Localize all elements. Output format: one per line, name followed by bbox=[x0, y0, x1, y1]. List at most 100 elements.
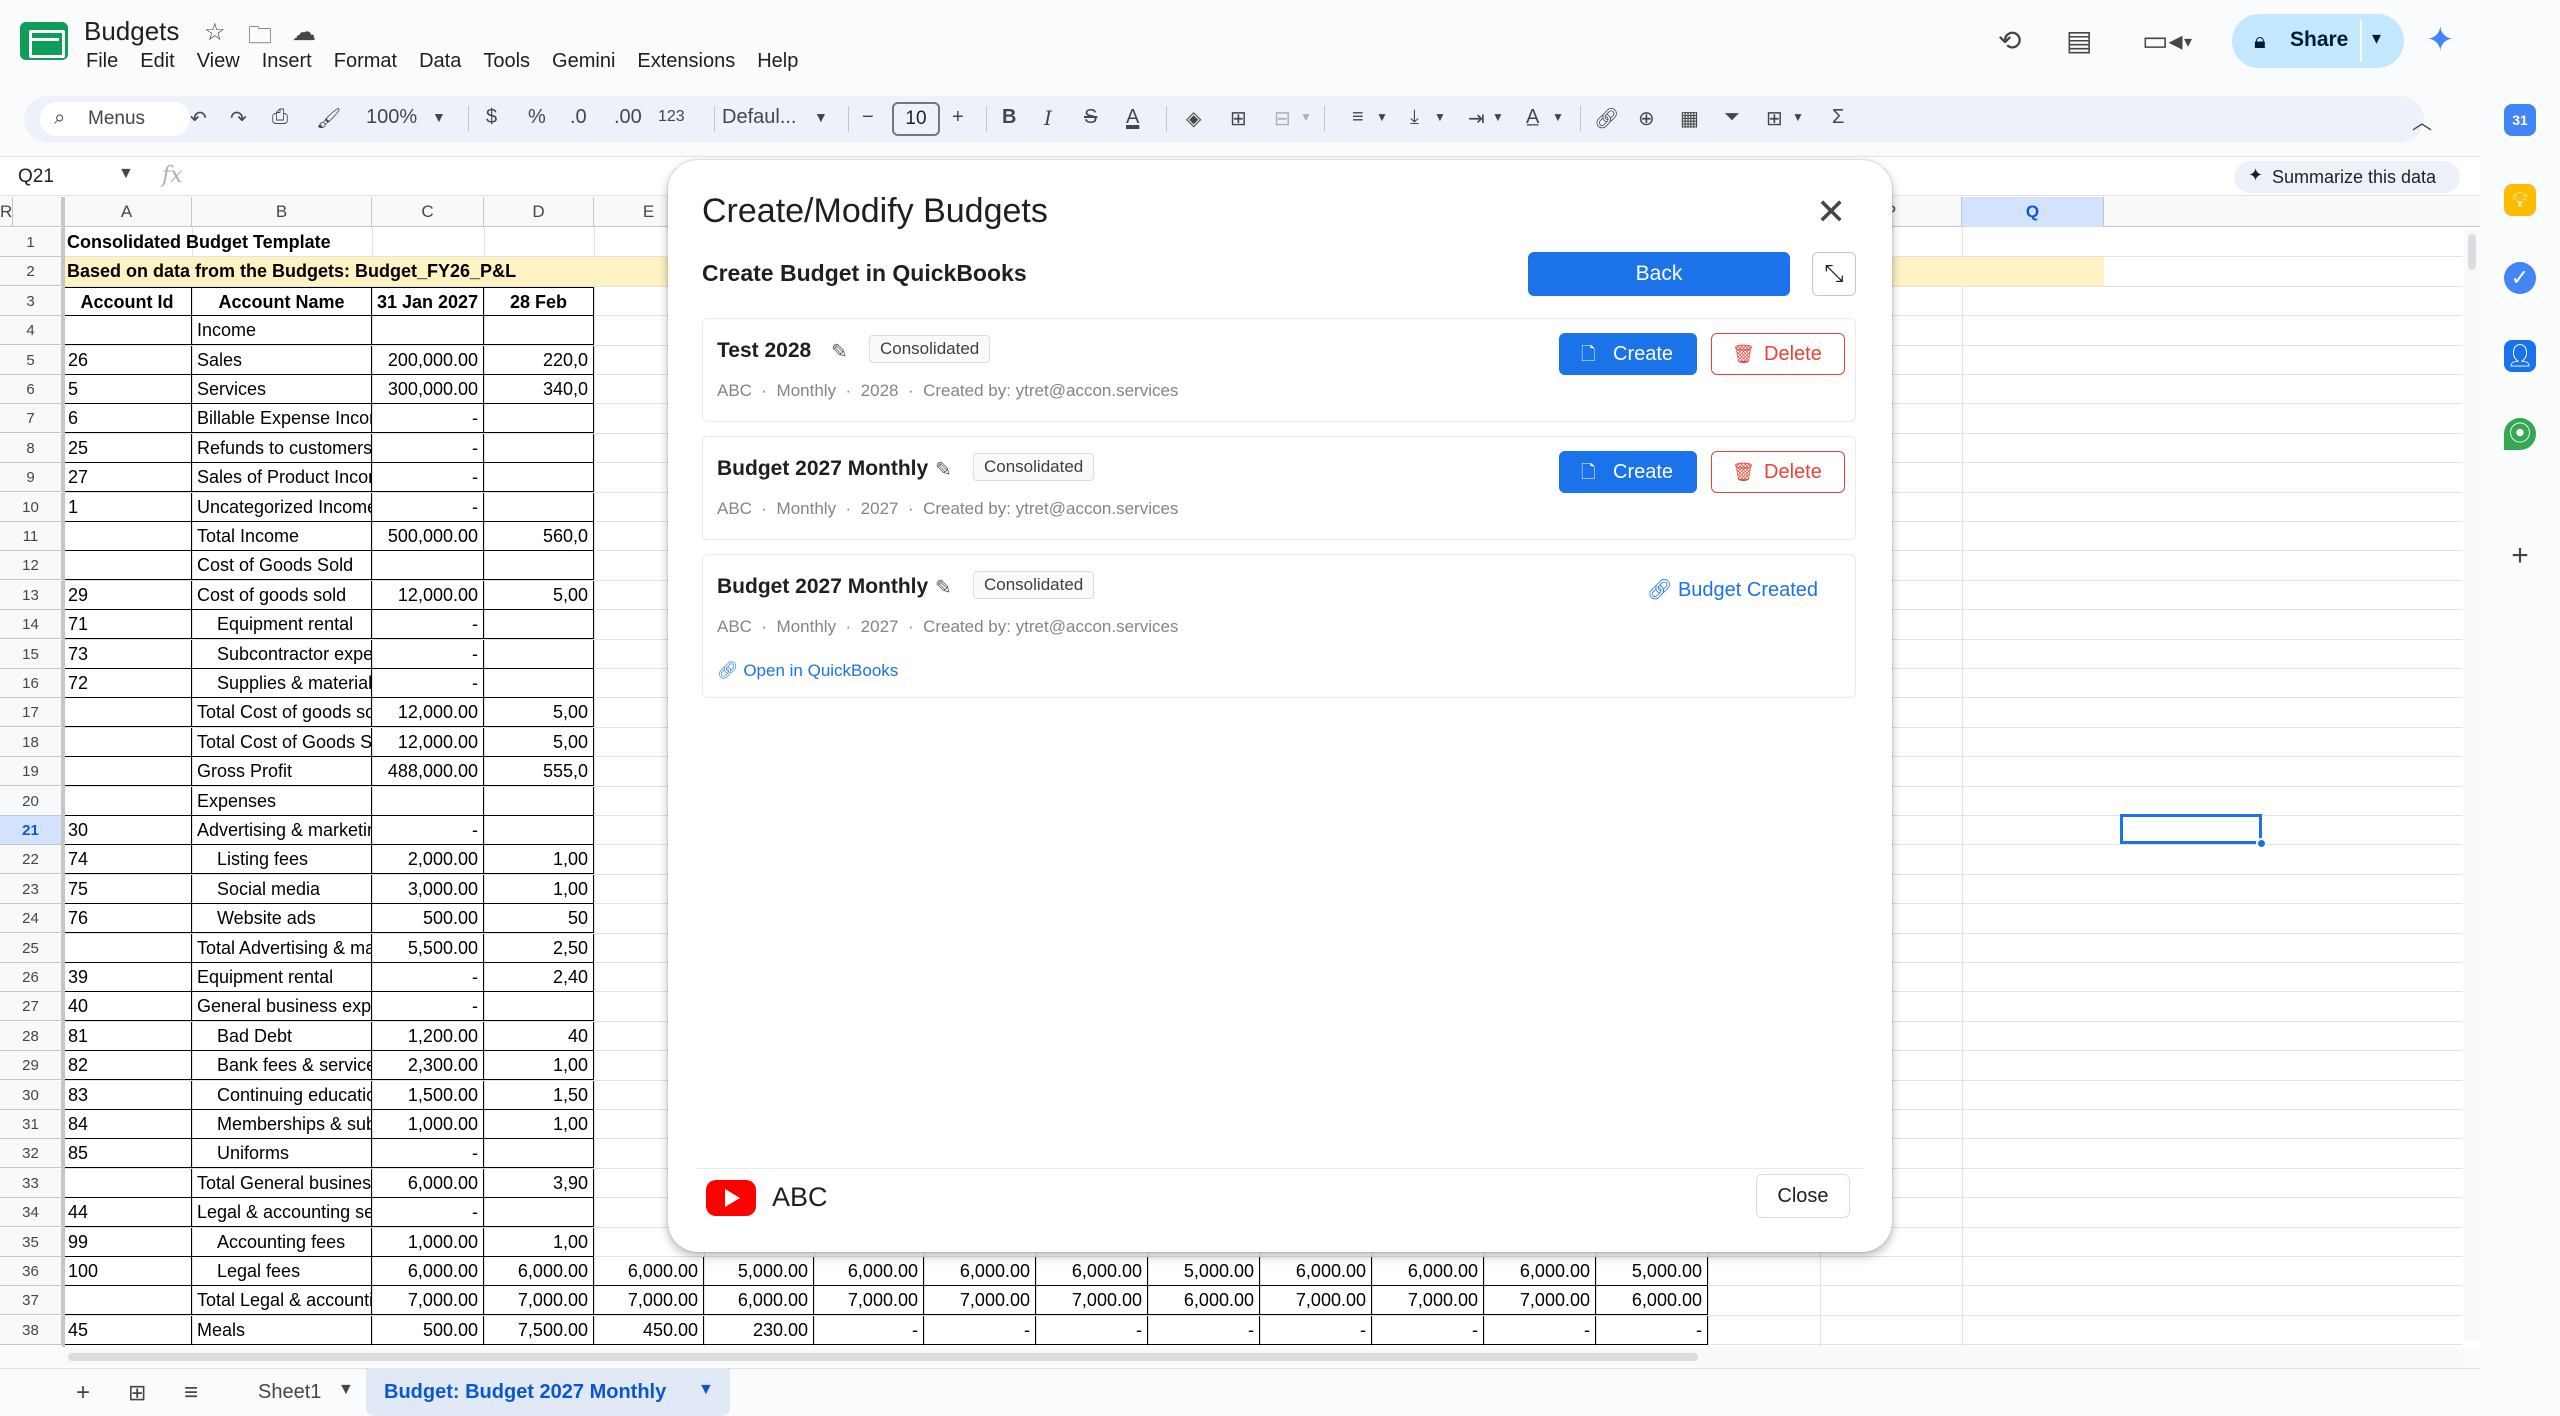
cell-d[interactable]: 50 bbox=[484, 904, 594, 934]
horizontal-align-icon[interactable]: ≡ bbox=[1352, 106, 1364, 129]
cell-c[interactable]: - bbox=[372, 433, 484, 463]
open-in-quickbooks-link[interactable]: 🔗︎ Open in QuickBooks bbox=[717, 661, 898, 681]
cell-c[interactable]: 300,000.00 bbox=[372, 375, 484, 404]
cell-a[interactable] bbox=[62, 1168, 192, 1198]
cell-b[interactable]: Billable Expense Income bbox=[192, 404, 372, 434]
cell-value[interactable]: 450.00 bbox=[594, 1315, 704, 1345]
cell-b[interactable]: Social media bbox=[192, 874, 372, 904]
contacts-icon[interactable]: 👤︎ bbox=[2504, 340, 2536, 372]
cell-b[interactable]: Website ads bbox=[192, 904, 372, 934]
font-caret-icon[interactable]: ▼ bbox=[814, 109, 828, 125]
row-header[interactable]: 4 bbox=[0, 316, 62, 346]
valign-caret-icon[interactable]: ▼ bbox=[1434, 110, 1446, 124]
cell-a[interactable]: 27 bbox=[62, 463, 192, 493]
row-header[interactable]: 13 bbox=[0, 580, 62, 610]
cell-d[interactable] bbox=[484, 610, 594, 640]
cell-a[interactable]: 76 bbox=[62, 904, 192, 934]
cell-b[interactable]: Equipment rental bbox=[192, 963, 372, 992]
cell-d[interactable] bbox=[484, 786, 594, 816]
cell-d[interactable]: 560,0 bbox=[484, 522, 594, 551]
row-header[interactable]: 12 bbox=[0, 551, 62, 581]
cell-d[interactable]: 40 bbox=[484, 1021, 594, 1051]
cell-b[interactable]: Uniforms bbox=[192, 1139, 372, 1169]
cell-d[interactable]: 2,40 bbox=[484, 963, 594, 992]
cell-b[interactable]: Meals bbox=[192, 1315, 372, 1345]
cell-c[interactable] bbox=[372, 551, 484, 581]
row-header[interactable]: 19 bbox=[0, 757, 62, 787]
row-header[interactable]: 2 bbox=[0, 257, 62, 287]
cell-d[interactable] bbox=[484, 816, 594, 845]
share-button[interactable]: 🔒︎ Share ▾ bbox=[2232, 14, 2404, 68]
cell-d[interactable]: 1,50 bbox=[484, 1080, 594, 1110]
functions-button[interactable]: Σ bbox=[1832, 106, 1844, 129]
create-button[interactable]: 🗋 Create bbox=[1559, 333, 1697, 375]
merge-cells-icon[interactable]: ⊟ bbox=[1274, 106, 1291, 131]
bold-button[interactable]: B bbox=[1002, 106, 1016, 129]
row-header[interactable]: 7 bbox=[0, 404, 62, 434]
cell-c[interactable]: 1,200.00 bbox=[372, 1021, 484, 1051]
cell-b[interactable]: Bad Debt bbox=[192, 1021, 372, 1051]
row-header[interactable]: 26 bbox=[0, 963, 62, 992]
row-header[interactable]: 8 bbox=[0, 433, 62, 463]
cell-a[interactable]: 71 bbox=[62, 610, 192, 640]
cell-a[interactable]: 1 bbox=[62, 492, 192, 522]
row-header[interactable]: 30 bbox=[0, 1080, 62, 1110]
row-header[interactable]: 23 bbox=[0, 874, 62, 904]
cell-a[interactable]: 26 bbox=[62, 345, 192, 375]
cell-value[interactable]: 6,000.00 bbox=[814, 1257, 924, 1286]
cell-a[interactable]: 6 bbox=[62, 404, 192, 434]
font-select[interactable]: Defaul... bbox=[722, 106, 796, 129]
vertical-scroll-thumb[interactable] bbox=[2468, 234, 2476, 270]
cell-b[interactable]: Services bbox=[192, 375, 372, 404]
cell-c[interactable]: 5,500.00 bbox=[372, 933, 484, 963]
cell-d[interactable] bbox=[484, 1139, 594, 1169]
select-all-corner[interactable] bbox=[0, 197, 62, 227]
cell-b[interactable]: Expenses bbox=[192, 786, 372, 816]
cell-a[interactable]: 5 bbox=[62, 375, 192, 404]
text-rotation-icon[interactable]: A̲ bbox=[1526, 106, 1539, 129]
cell-b[interactable]: Legal fees bbox=[192, 1257, 372, 1286]
cell-c[interactable]: 200,000.00 bbox=[372, 345, 484, 375]
cell-d[interactable]: 5,00 bbox=[484, 580, 594, 610]
gemini-icon[interactable]: ✦ bbox=[2426, 20, 2455, 60]
cell-b[interactable]: Bank fees & service charges bbox=[192, 1051, 372, 1081]
cell-a[interactable]: 75 bbox=[62, 874, 192, 904]
cell-c[interactable]: - bbox=[372, 639, 484, 669]
cell-b[interactable]: Cost of goods sold bbox=[192, 580, 372, 610]
align-caret-icon[interactable]: ▼ bbox=[1376, 110, 1388, 124]
cell-value[interactable]: 6,000.00 bbox=[1484, 1257, 1596, 1286]
cell-d[interactable] bbox=[484, 551, 594, 581]
cell-a[interactable]: 83 bbox=[62, 1080, 192, 1110]
cell-d[interactable] bbox=[484, 639, 594, 669]
filter-views-caret-icon[interactable]: ▼ bbox=[1792, 110, 1804, 124]
print-icon[interactable]: ⎙ bbox=[272, 106, 288, 129]
row-header[interactable]: 27 bbox=[0, 992, 62, 1022]
cell-value[interactable]: 6,000.00 bbox=[704, 1286, 814, 1316]
row-header[interactable]: 34 bbox=[0, 1198, 62, 1228]
row-header[interactable]: 5 bbox=[0, 345, 62, 375]
add-sheet-icon[interactable]: + bbox=[76, 1379, 90, 1407]
cell-b[interactable]: Gross Profit bbox=[192, 757, 372, 787]
cell-value[interactable]: - bbox=[814, 1315, 924, 1345]
cell-a[interactable]: Account Id bbox=[62, 286, 192, 316]
cell-value[interactable]: 230.00 bbox=[704, 1315, 814, 1345]
row-header[interactable]: 1 bbox=[0, 228, 62, 257]
cell-d[interactable]: 5,00 bbox=[484, 698, 594, 728]
cell-value[interactable]: 5,000.00 bbox=[704, 1257, 814, 1286]
meet-caret-icon[interactable]: ▾ bbox=[2184, 32, 2192, 52]
cell-b[interactable]: Continuing education bbox=[192, 1080, 372, 1110]
document-title[interactable]: Budgets bbox=[84, 16, 179, 47]
cell-d[interactable]: 1,00 bbox=[484, 1051, 594, 1081]
cell-c[interactable]: 6,000.00 bbox=[372, 1168, 484, 1198]
column-header-b[interactable]: B bbox=[192, 197, 372, 227]
vertical-scrollbar[interactable] bbox=[2464, 230, 2480, 1340]
cell-c[interactable]: 500.00 bbox=[372, 904, 484, 934]
star-icon[interactable]: ☆ bbox=[204, 18, 226, 47]
cell-a[interactable] bbox=[62, 1286, 192, 1316]
sheets-logo-icon[interactable] bbox=[20, 22, 68, 60]
row-header[interactable]: 32 bbox=[0, 1139, 62, 1169]
cell-c[interactable]: - bbox=[372, 463, 484, 493]
strikethrough-button[interactable]: S bbox=[1084, 106, 1097, 129]
vertical-align-icon[interactable]: ⤓ bbox=[1410, 106, 1419, 129]
cell-b[interactable]: Listing fees bbox=[192, 845, 372, 875]
